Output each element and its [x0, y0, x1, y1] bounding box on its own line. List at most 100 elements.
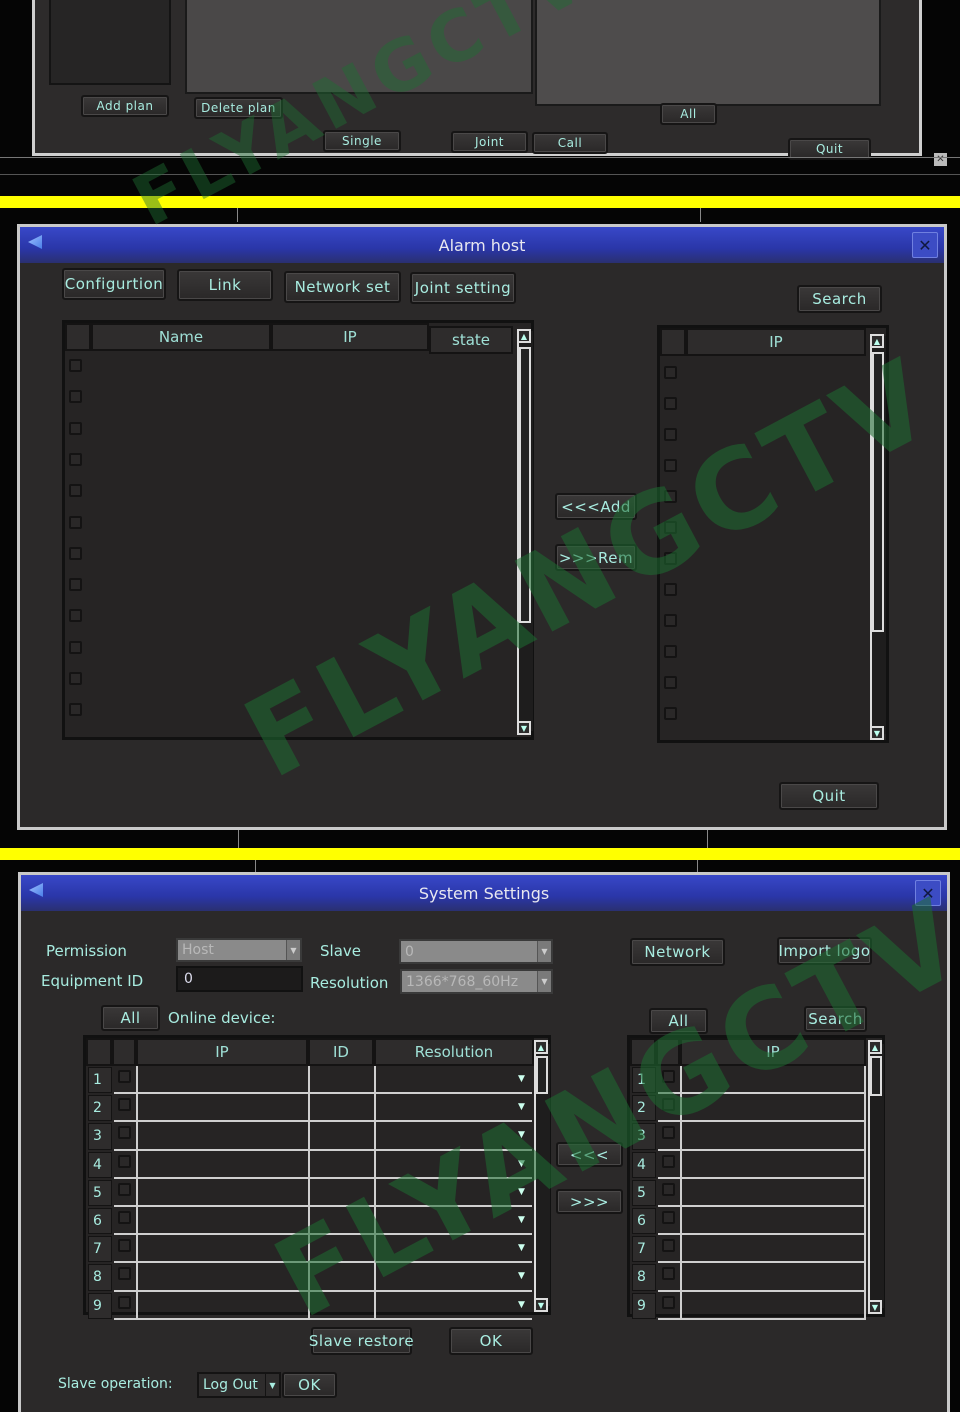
select-all-right-button[interactable]: All: [649, 1008, 708, 1034]
slave-select[interactable]: 0 ▼: [399, 939, 553, 964]
column-header-ip[interactable]: IP: [686, 328, 866, 356]
row-checkbox[interactable]: [662, 1182, 675, 1196]
row-checkbox[interactable]: [662, 1126, 675, 1140]
delete-plan-button[interactable]: Delete plan: [194, 97, 283, 119]
all-button[interactable]: All: [660, 103, 717, 125]
resolution-select[interactable]: 1366*768_60Hz ▼: [400, 969, 553, 994]
row-checkbox[interactable]: [69, 484, 82, 498]
column-header-resolution[interactable]: Resolution: [374, 1038, 534, 1066]
row-checkbox[interactable]: [69, 703, 82, 717]
chevron-down-icon[interactable]: ▼: [518, 1074, 525, 1084]
network-button[interactable]: Network: [630, 938, 725, 966]
row-checkbox[interactable]: [664, 428, 677, 441]
row-checkbox[interactable]: [662, 1098, 675, 1112]
row-checkbox[interactable]: [69, 578, 82, 592]
row-checkbox[interactable]: [664, 583, 677, 596]
chevron-down-icon[interactable]: ▼: [537, 971, 551, 992]
search-button[interactable]: Search: [797, 285, 882, 313]
chevron-down-icon[interactable]: ▼: [537, 941, 551, 962]
row-checkbox[interactable]: [69, 421, 82, 435]
scroll-thumb[interactable]: [519, 347, 531, 623]
tab-configuration[interactable]: Configurtion: [62, 268, 166, 300]
row-checkbox[interactable]: [118, 1126, 131, 1140]
row-checkbox[interactable]: [662, 1070, 675, 1083]
column-header-ip[interactable]: IP: [271, 323, 429, 351]
row-checkbox[interactable]: [118, 1154, 131, 1168]
chevron-down-icon[interactable]: ▼: [518, 1159, 525, 1169]
row-checkbox[interactable]: [69, 390, 82, 404]
permission-select[interactable]: Host ▼: [176, 938, 302, 962]
scroll-down-icon[interactable]: ▼: [868, 1300, 882, 1314]
add-button[interactable]: <<<Add: [555, 493, 637, 520]
scroll-thumb[interactable]: [536, 1056, 548, 1094]
column-header-ip[interactable]: IP: [680, 1038, 866, 1066]
small-close-icon[interactable]: ✕: [934, 153, 947, 166]
quit-button[interactable]: Quit: [779, 782, 879, 810]
row-checkbox[interactable]: [69, 640, 82, 654]
single-button[interactable]: Single: [323, 130, 401, 152]
scroll-thumb[interactable]: [872, 352, 884, 632]
scroll-up-icon[interactable]: ▲: [870, 334, 884, 348]
chevron-down-icon[interactable]: ▼: [518, 1187, 525, 1197]
row-checkbox[interactable]: [118, 1098, 131, 1112]
move-right-button[interactable]: >>>: [556, 1189, 623, 1214]
tab-network-set[interactable]: Network set: [284, 271, 401, 303]
chevron-down-icon[interactable]: ▼: [286, 940, 300, 960]
row-checkbox[interactable]: [118, 1070, 131, 1083]
row-checkbox[interactable]: [664, 366, 677, 379]
chevron-down-icon[interactable]: ▼: [265, 1374, 279, 1396]
row-checkbox[interactable]: [662, 1239, 675, 1253]
row-checkbox[interactable]: [69, 359, 82, 372]
tab-link[interactable]: Link: [177, 269, 273, 301]
chevron-down-icon[interactable]: ▼: [518, 1102, 525, 1112]
row-checkbox[interactable]: [118, 1295, 131, 1309]
slave-operation-ok-button[interactable]: OK: [282, 1372, 337, 1398]
row-checkbox[interactable]: [664, 676, 677, 689]
scroll-up-icon[interactable]: ▲: [534, 1040, 548, 1054]
slave-operation-select[interactable]: Log Out ▼: [197, 1372, 281, 1398]
row-checkbox[interactable]: [662, 1211, 675, 1224]
row-checkbox[interactable]: [118, 1239, 131, 1253]
equipment-id-input[interactable]: 0: [176, 966, 303, 992]
column-header-ip[interactable]: IP: [136, 1038, 308, 1066]
scroll-up-icon[interactable]: ▲: [868, 1040, 882, 1054]
row-checkbox[interactable]: [664, 521, 677, 534]
row-checkbox[interactable]: [664, 459, 677, 472]
row-checkbox[interactable]: [664, 614, 677, 627]
joint-button[interactable]: Joint: [451, 131, 528, 153]
row-checkbox[interactable]: [664, 707, 677, 720]
slave-restore-button[interactable]: Slave restore: [309, 1327, 414, 1355]
ok-button[interactable]: OK: [449, 1327, 533, 1355]
remove-button[interactable]: >>>Rem: [555, 544, 637, 571]
add-plan-button[interactable]: Add plan: [81, 95, 169, 117]
row-checkbox[interactable]: [69, 609, 82, 623]
close-button[interactable]: ✕: [912, 232, 938, 258]
chevron-down-icon[interactable]: ▼: [518, 1243, 525, 1253]
import-logo-button[interactable]: Import logo: [777, 937, 872, 965]
move-left-button[interactable]: <<<: [556, 1142, 623, 1167]
row-checkbox[interactable]: [662, 1267, 675, 1281]
row-checkbox[interactable]: [69, 546, 82, 560]
row-checkbox[interactable]: [118, 1182, 131, 1196]
row-checkbox[interactable]: [69, 672, 82, 685]
call-button[interactable]: Call: [532, 132, 608, 154]
row-checkbox[interactable]: [662, 1295, 675, 1309]
scroll-up-icon[interactable]: ▲: [517, 329, 531, 343]
column-header-state[interactable]: state: [429, 326, 513, 354]
search-button[interactable]: Search: [804, 1006, 867, 1032]
chevron-down-icon[interactable]: ▼: [518, 1130, 525, 1140]
row-checkbox[interactable]: [69, 515, 82, 529]
row-checkbox[interactable]: [664, 490, 677, 503]
column-header-name[interactable]: Name: [91, 323, 271, 351]
chevron-down-icon[interactable]: ▼: [518, 1271, 525, 1281]
row-checkbox[interactable]: [118, 1267, 131, 1281]
chevron-down-icon[interactable]: ▼: [518, 1300, 525, 1310]
row-checkbox[interactable]: [664, 645, 677, 658]
scroll-down-icon[interactable]: ▼: [517, 721, 531, 735]
scroll-thumb[interactable]: [870, 1056, 882, 1096]
select-all-button[interactable]: All: [101, 1005, 160, 1031]
chevron-down-icon[interactable]: ▼: [518, 1215, 525, 1225]
row-checkbox[interactable]: [118, 1211, 131, 1224]
column-header-id[interactable]: ID: [308, 1038, 374, 1066]
close-button[interactable]: ✕: [915, 880, 941, 906]
